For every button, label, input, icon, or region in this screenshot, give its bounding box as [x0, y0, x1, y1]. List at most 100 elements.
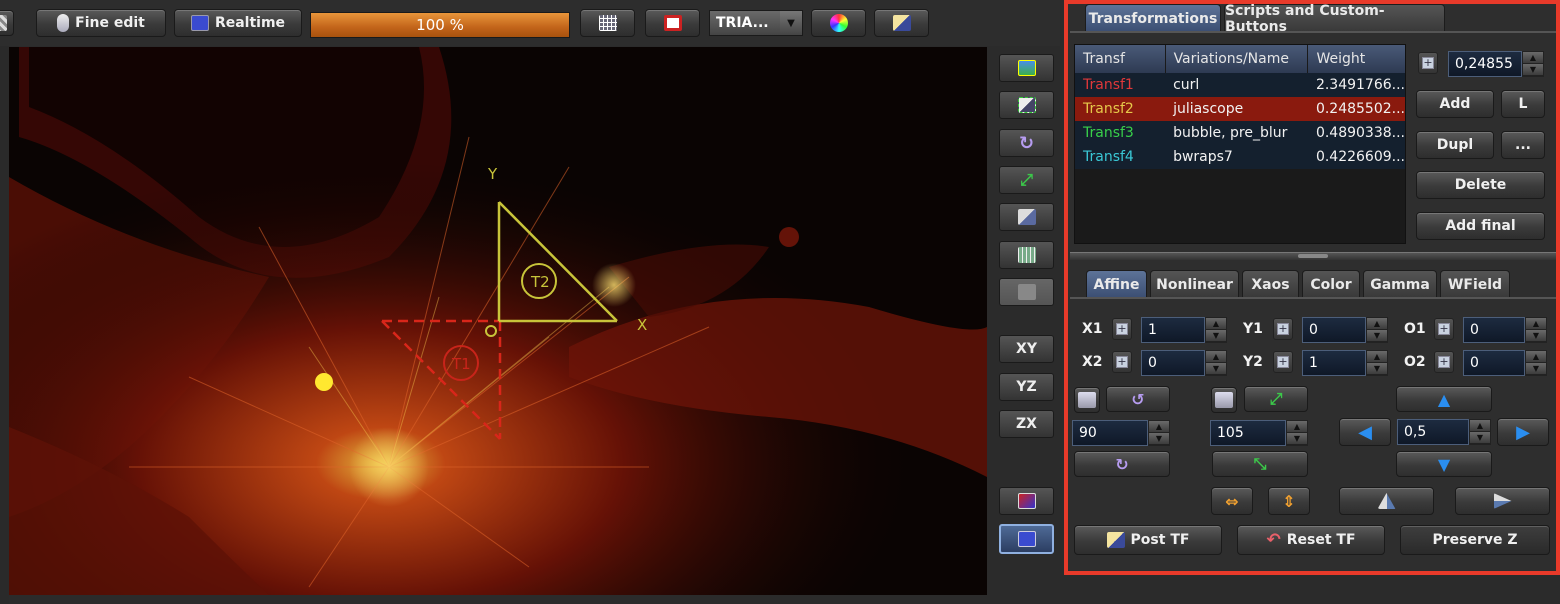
move-stepper[interactable]: 0,5 ▲ ▼: [1397, 419, 1491, 445]
mirror-y-button[interactable]: [1455, 487, 1550, 515]
tab-gamma[interactable]: Gamma: [1363, 270, 1437, 298]
preview-button[interactable]: [999, 487, 1054, 515]
realtime-button[interactable]: Realtime: [174, 9, 302, 37]
move-up-button[interactable]: ▲: [1396, 386, 1492, 412]
x1-plus-button[interactable]: +: [1112, 318, 1132, 340]
x2-field[interactable]: 0: [1141, 350, 1205, 376]
x1-field[interactable]: 1: [1141, 317, 1205, 343]
tab-scripts[interactable]: Scripts and Custom-Buttons: [1224, 3, 1445, 35]
tab-nonlinear[interactable]: Nonlinear: [1150, 270, 1239, 298]
scale-arrows[interactable]: ▲ ▼: [1286, 420, 1308, 446]
up-icon[interactable]: ▲: [1287, 421, 1307, 433]
tab-transformations[interactable]: Transformations: [1085, 4, 1221, 32]
flip-vertical-button[interactable]: ⇕: [1268, 487, 1310, 515]
down-icon[interactable]: ▼: [1287, 433, 1307, 445]
left-edge-button[interactable]: [0, 10, 14, 36]
rotate-ccw-button[interactable]: ↺: [1106, 386, 1170, 412]
reset-tf-button[interactable]: ↶ Reset TF: [1237, 525, 1385, 555]
table-row[interactable]: Transf4 bwraps7 0.4226609...: [1075, 145, 1405, 169]
down-icon[interactable]: ▼: [1526, 330, 1546, 342]
frame-button[interactable]: [645, 9, 700, 37]
y2-plus-button[interactable]: +: [1273, 351, 1293, 373]
post-tf-button[interactable]: Post TF: [1074, 525, 1222, 555]
down-icon[interactable]: ▼: [1149, 433, 1169, 445]
post-triangle-button[interactable]: [874, 9, 929, 37]
mirror-x-button[interactable]: [1339, 487, 1434, 515]
chevron-down-icon[interactable]: ▼: [780, 11, 802, 35]
o2-arrows[interactable]: ▲ ▼: [1525, 350, 1547, 376]
col-name[interactable]: Variations/Name: [1165, 45, 1309, 73]
pivot-button[interactable]: [999, 203, 1054, 231]
rotate-graph-button[interactable]: [1074, 387, 1100, 413]
up-icon[interactable]: ▲: [1367, 351, 1387, 363]
up-icon[interactable]: ▲: [1526, 351, 1546, 363]
o1-field[interactable]: 0: [1463, 317, 1525, 343]
scale-graph-button[interactable]: [1211, 387, 1237, 413]
y2-stepper[interactable]: 1 ▲ ▼: [1302, 350, 1388, 376]
rotate-cw-button[interactable]: ↻: [1074, 451, 1170, 477]
down-icon[interactable]: ▼: [1523, 64, 1543, 76]
o2-plus-button[interactable]: +: [1434, 351, 1454, 373]
move-right-button[interactable]: ▶: [1497, 418, 1549, 446]
preserve-z-button[interactable]: Preserve Z: [1400, 525, 1550, 555]
up-icon[interactable]: ▲: [1523, 52, 1543, 64]
rotate-field[interactable]: 90: [1072, 420, 1148, 446]
more-button[interactable]: ...: [1501, 131, 1545, 159]
y1-stepper[interactable]: 0 ▲ ▼: [1302, 317, 1388, 343]
dupl-button[interactable]: Dupl: [1416, 131, 1494, 159]
weight-field[interactable]: 0,24855: [1448, 51, 1522, 77]
scale-field[interactable]: 105: [1210, 420, 1286, 446]
down-icon[interactable]: ▼: [1206, 330, 1226, 342]
o1-arrows[interactable]: ▲ ▼: [1525, 317, 1547, 343]
grid-toggle-button[interactable]: [999, 241, 1054, 269]
o2-stepper[interactable]: 0 ▲ ▼: [1463, 350, 1547, 376]
up-icon[interactable]: ▲: [1470, 420, 1490, 432]
tab-color[interactable]: Color: [1302, 270, 1360, 298]
scale-up-button[interactable]: ⤢: [1244, 386, 1308, 412]
up-icon[interactable]: ▲: [1206, 351, 1226, 363]
rotate-arrows[interactable]: ▲ ▼: [1148, 420, 1170, 446]
rotate-stepper[interactable]: 90 ▲ ▼: [1072, 420, 1170, 446]
col-transf[interactable]: Transf: [1075, 45, 1166, 73]
up-icon[interactable]: ▲: [1206, 318, 1226, 330]
up-icon[interactable]: ▲: [1367, 318, 1387, 330]
x1-stepper[interactable]: 1 ▲ ▼: [1141, 317, 1227, 343]
o1-plus-button[interactable]: +: [1434, 318, 1454, 340]
weight-plus-button[interactable]: +: [1418, 52, 1438, 74]
up-icon[interactable]: ▲: [1149, 421, 1169, 433]
y1-arrows[interactable]: ▲ ▼: [1366, 317, 1388, 343]
down-icon[interactable]: ▼: [1526, 363, 1546, 375]
o1-stepper[interactable]: 0 ▲ ▼: [1463, 317, 1547, 343]
scale-down-button[interactable]: ⤡: [1212, 451, 1308, 477]
down-icon[interactable]: ▼: [1470, 432, 1490, 444]
x2-stepper[interactable]: 0 ▲ ▼: [1141, 350, 1227, 376]
color-wheel-button[interactable]: [811, 9, 866, 37]
move-field[interactable]: 0,5: [1397, 419, 1469, 445]
x1-arrows[interactable]: ▲ ▼: [1205, 317, 1227, 343]
realtime-side-button[interactable]: [999, 524, 1054, 554]
scale-stepper[interactable]: 105 ▲ ▼: [1210, 420, 1308, 446]
table-row[interactable]: Transf3 bubble, pre_blur 0.4890338...: [1075, 121, 1405, 145]
move-left-button[interactable]: ◀: [1339, 418, 1391, 446]
grid-button[interactable]: [580, 9, 635, 37]
rotate-button[interactable]: ↻: [999, 129, 1054, 157]
x2-plus-button[interactable]: +: [1112, 351, 1132, 373]
yz-button[interactable]: YZ: [999, 373, 1054, 401]
fine-edit-button[interactable]: Fine edit: [36, 9, 166, 37]
tab-affine[interactable]: Affine: [1086, 270, 1147, 298]
down-icon[interactable]: ▼: [1206, 363, 1226, 375]
add-final-button[interactable]: Add final: [1416, 212, 1545, 240]
col-weight[interactable]: Weight: [1308, 45, 1405, 73]
move-arrows[interactable]: ▲ ▼: [1469, 419, 1491, 445]
fit-button[interactable]: ⤢: [999, 166, 1054, 194]
o2-field[interactable]: 0: [1463, 350, 1525, 376]
y2-field[interactable]: 1: [1302, 350, 1366, 376]
table-row[interactable]: Transf1 curl 2.3491766...: [1075, 73, 1405, 97]
triangle-select[interactable]: TRIA... ▼: [709, 10, 803, 36]
flip-horizontal-button[interactable]: ⇔: [1211, 487, 1253, 515]
move-down-button[interactable]: ▼: [1396, 451, 1492, 477]
down-icon[interactable]: ▼: [1367, 363, 1387, 375]
zx-button[interactable]: ZX: [999, 410, 1054, 438]
delete-button[interactable]: Delete: [1416, 171, 1545, 199]
table-row[interactable]: Transf2 juliascope 0.2485502...: [1075, 97, 1405, 121]
